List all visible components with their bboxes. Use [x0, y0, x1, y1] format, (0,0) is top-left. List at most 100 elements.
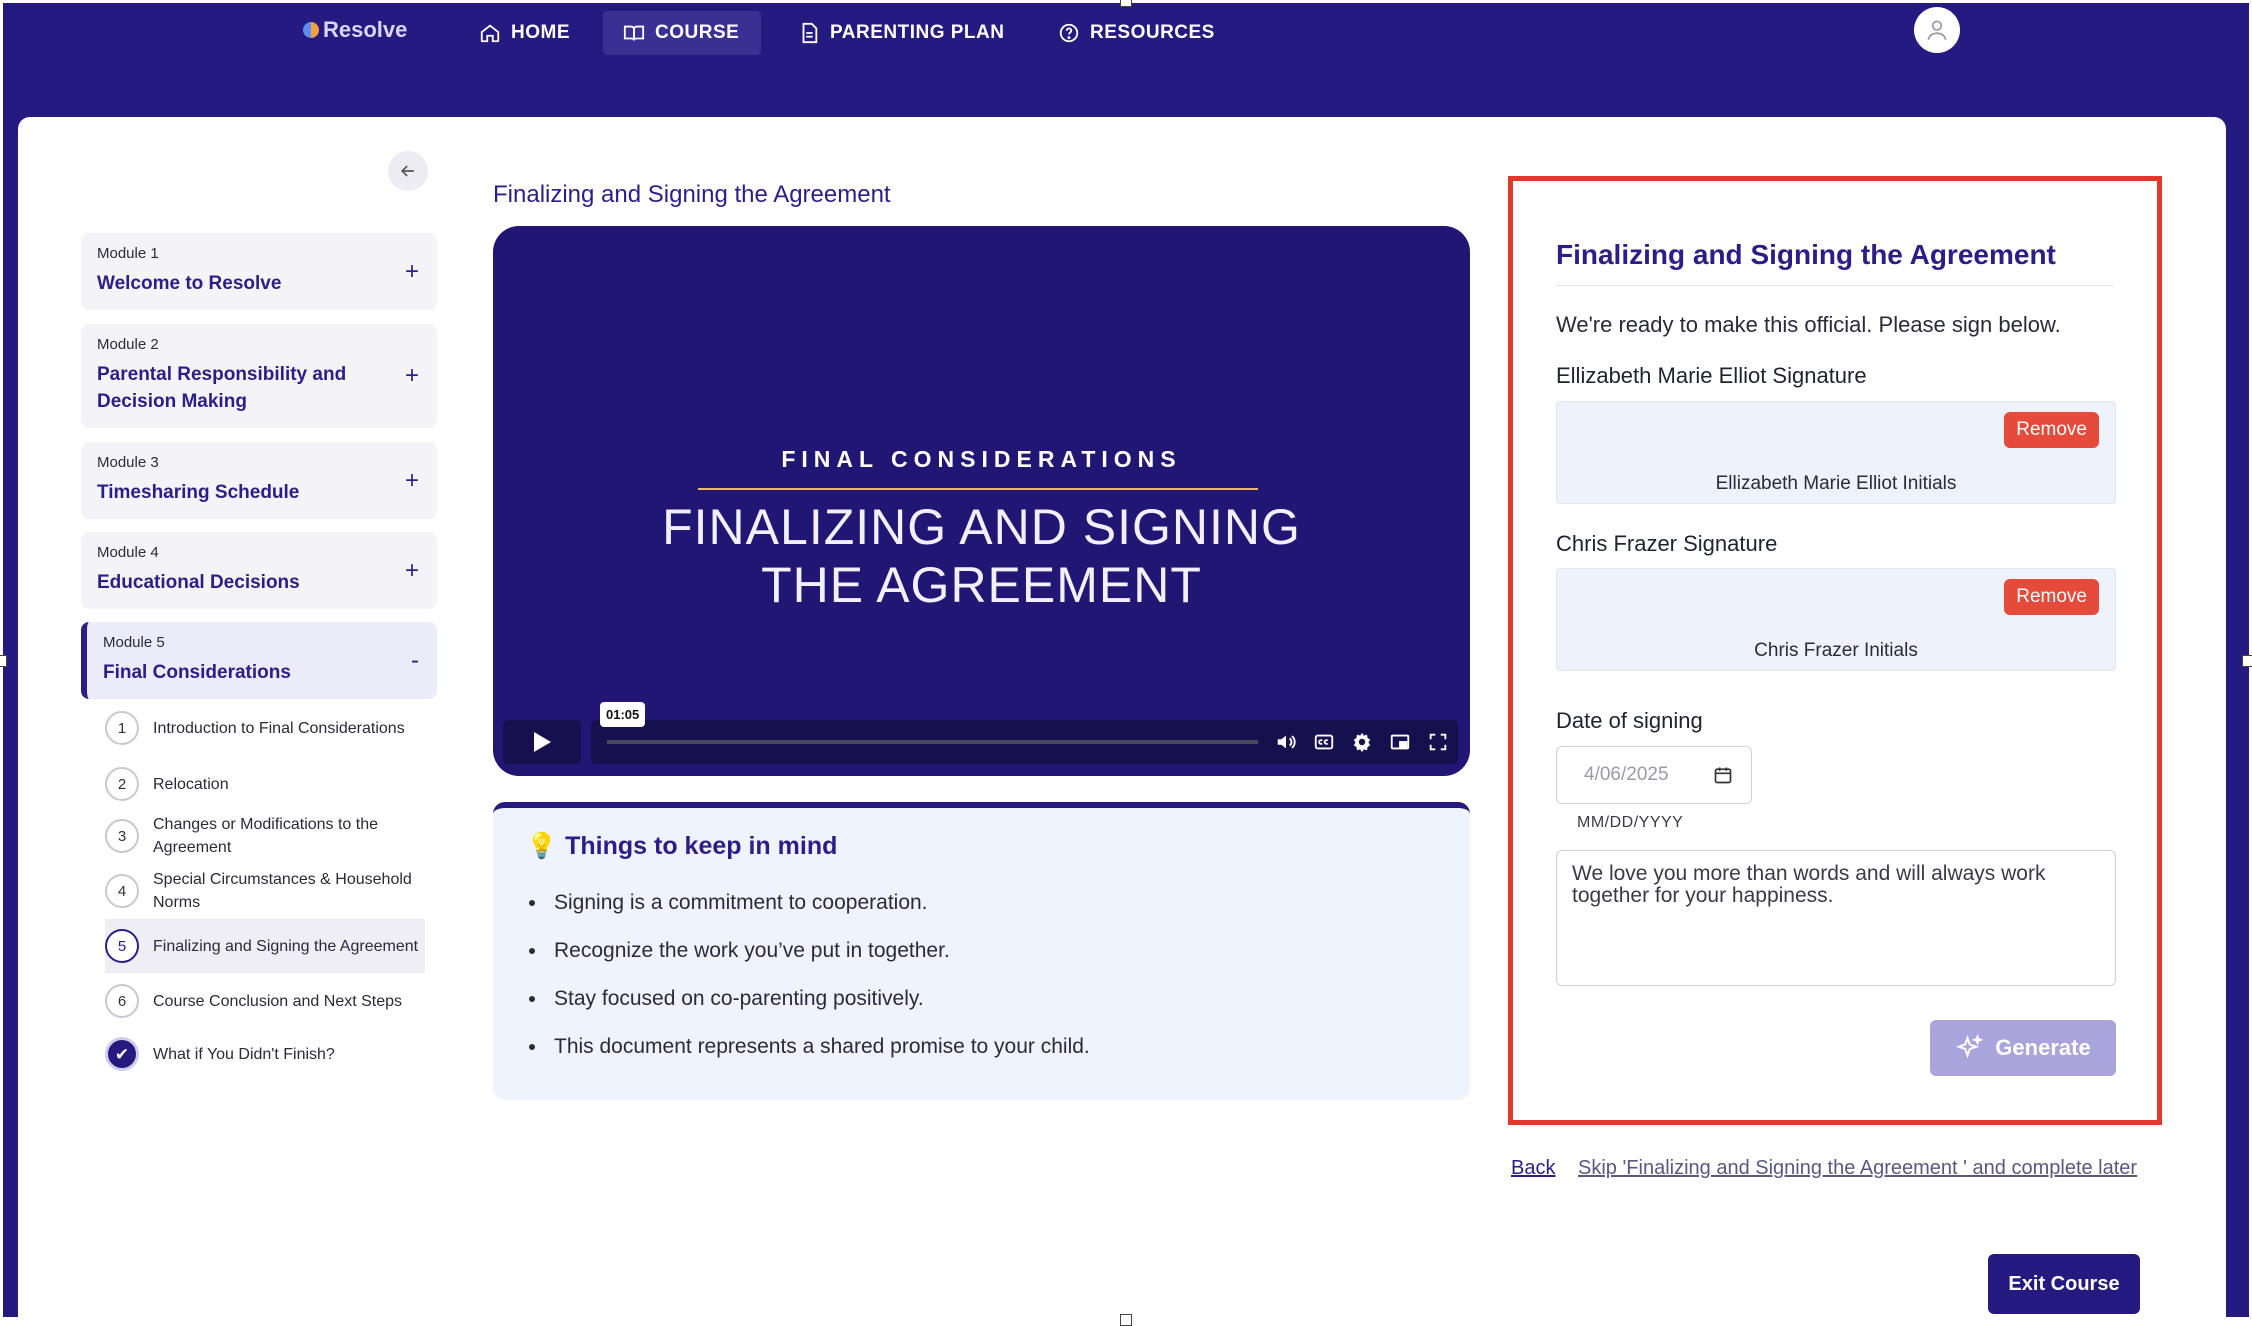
signature-pad-1[interactable]: Remove Ellizabeth Marie Elliot Initials [1556, 401, 2116, 504]
lesson-title: Special Circumstances & Household Norms [153, 871, 412, 911]
help-circle-icon [1059, 23, 1079, 43]
lesson-number: 1 [105, 711, 139, 745]
lesson-title: Relocation [153, 775, 229, 793]
lightbulb-icon: 💡 [526, 832, 558, 860]
lesson-item-extra[interactable]: ✔ What if You Didn't Finish? [105, 1031, 425, 1077]
book-icon [623, 25, 645, 41]
module-2[interactable]: Module 2 Parental Responsibility and Dec… [81, 324, 437, 428]
video-control-bar [591, 720, 1458, 764]
lesson-number: 4 [105, 874, 139, 908]
arrow-left-icon [400, 165, 414, 177]
tip-item: Stay focused on co-parenting positively. [548, 975, 1437, 1023]
tip-item: Recognize the work you’ve put in togethe… [548, 927, 1437, 975]
form-intro: We're ready to make this official. Pleas… [1556, 312, 2061, 337]
message-textarea[interactable]: We love you more than words and will alw… [1556, 850, 2116, 986]
exit-course-button[interactable]: Exit Course [1988, 1254, 2140, 1314]
expand-icon[interactable]: + [405, 557, 419, 585]
lesson-number: 6 [105, 984, 139, 1018]
generate-button[interactable]: Generate [1930, 1020, 2116, 1076]
lesson-item-5-current[interactable]: 5 Finalizing and Signing the Agreement [105, 919, 425, 973]
module-5[interactable]: Module 5 Final Considerations - [81, 622, 437, 699]
generate-label: Generate [1995, 1035, 2091, 1060]
tips-title: Things to keep in mind [565, 832, 838, 860]
play-icon [534, 732, 551, 752]
content-panel: Module 1 Welcome to Resolve + Module 2 P… [18, 117, 2226, 1317]
video-title-line-1: FINALIZING AND SIGNING [662, 499, 1301, 555]
lesson-number: 2 [105, 767, 139, 801]
module-1[interactable]: Module 1 Welcome to Resolve + [81, 233, 437, 310]
lesson-item-4[interactable]: 4 Special Circumstances & Household Norm… [105, 864, 425, 918]
lesson-title: Finalizing and Signing the Agreement [153, 937, 419, 955]
nav-home-label: HOME [511, 22, 570, 43]
divider [1556, 285, 2114, 286]
signing-form: Finalizing and Signing the Agreement We'… [1508, 176, 2162, 1125]
remove-signature-button[interactable]: Remove [2004, 412, 2099, 448]
expand-icon[interactable]: + [405, 258, 419, 286]
sparkle-icon [1955, 1033, 1984, 1059]
logo[interactable]: Resolve [303, 17, 407, 43]
lesson-title: Changes or Modifications to the Agreemen… [153, 816, 379, 856]
resize-handle-right [2242, 655, 2252, 667]
nav-parenting-plan-label: PARENTING PLAN [830, 22, 1005, 43]
play-button[interactable] [503, 720, 581, 764]
lesson-number: 3 [105, 819, 139, 853]
back-link[interactable]: Back [1511, 1157, 1555, 1180]
initials-label: Chris Frazer Initials [1754, 640, 1918, 661]
nav-course[interactable]: COURSE [603, 11, 761, 55]
fullscreen-icon[interactable] [1426, 730, 1450, 754]
tip-item: This document represents a shared promis… [548, 1023, 1437, 1071]
video-divider [698, 488, 1258, 490]
module-3[interactable]: Module 3 Timesharing Schedule + [81, 442, 437, 519]
module-title: Final Considerations [103, 662, 291, 683]
module-title: Timesharing Schedule [97, 482, 300, 503]
skip-link[interactable]: Skip 'Finalizing and Signing the Agreeme… [1578, 1157, 2137, 1180]
signature-pad-2[interactable]: Remove Chris Frazer Initials [1556, 568, 2116, 671]
video-player[interactable]: FINAL CONSIDERATIONS FINALIZING AND SIGN… [493, 226, 1470, 776]
settings-gear-icon[interactable] [1350, 730, 1374, 754]
nav-resources-label: RESOURCES [1090, 22, 1215, 43]
signature-label-1: Ellizabeth Marie Elliot Signature [1556, 363, 1867, 388]
picture-in-picture-icon[interactable] [1388, 730, 1412, 754]
expand-icon[interactable]: + [405, 362, 419, 390]
progress-track[interactable] [607, 740, 1258, 744]
document-icon [802, 22, 818, 44]
volume-icon[interactable] [1274, 730, 1298, 754]
tips-list: Signing is a commitment to cooperation. … [526, 879, 1437, 1071]
home-icon [480, 24, 500, 43]
calendar-icon[interactable] [1713, 765, 1733, 785]
date-input[interactable]: 4/06/2025 [1556, 746, 1752, 804]
app-window: Resolve HOME COURSE PARENTING PLAN RESOU… [3, 3, 2249, 1317]
module-title: Welcome to Resolve [97, 273, 282, 294]
tips-card: 💡 Things to keep in mind Signing is a co… [493, 802, 1470, 1100]
signature-label-2: Chris Frazer Signature [1556, 531, 1778, 556]
lesson-title: Introduction to Final Considerations [153, 719, 405, 737]
logo-text: Resolve [323, 17, 408, 42]
resize-handle-bottom [1120, 1314, 1132, 1326]
nav-resources[interactable]: RESOURCES [1038, 11, 1235, 55]
lesson-item-2[interactable]: 2 Relocation [105, 761, 425, 807]
nav-home[interactable]: HOME [459, 11, 590, 55]
collapse-sidebar-button[interactable] [388, 151, 428, 191]
collapse-icon[interactable]: - [411, 647, 419, 675]
video-kicker: FINAL CONSIDERATIONS [781, 446, 1182, 472]
nav-course-label: COURSE [655, 22, 740, 43]
lesson-item-6[interactable]: 6 Course Conclusion and Next Steps [105, 974, 425, 1028]
user-icon [1927, 20, 1947, 41]
module-title: Educational Decisions [97, 572, 300, 593]
video-controls [503, 720, 1458, 764]
nav-parenting-plan[interactable]: PARENTING PLAN [778, 11, 1024, 55]
date-value: 4/06/2025 [1584, 764, 1669, 785]
lesson-item-3[interactable]: 3 Changes or Modifications to the Agreem… [105, 809, 425, 863]
user-avatar-button[interactable] [1914, 7, 1960, 53]
video-title: FINALIZING AND SIGNING THE AGREEMENT [493, 498, 1470, 614]
lesson-title: What if You Didn't Finish? [153, 1045, 335, 1063]
module-4[interactable]: Module 4 Educational Decisions + [81, 532, 437, 609]
expand-icon[interactable]: + [405, 467, 419, 495]
date-format-hint: MM/DD/YYYY [1577, 814, 1684, 831]
resize-handle-top [1120, 0, 1132, 7]
module-number: Module 4 [97, 544, 159, 561]
captions-icon[interactable] [1312, 730, 1336, 754]
remove-signature-button[interactable]: Remove [2004, 579, 2099, 615]
module-number: Module 1 [97, 245, 159, 262]
lesson-item-1[interactable]: 1 Introduction to Final Considerations [105, 701, 425, 755]
